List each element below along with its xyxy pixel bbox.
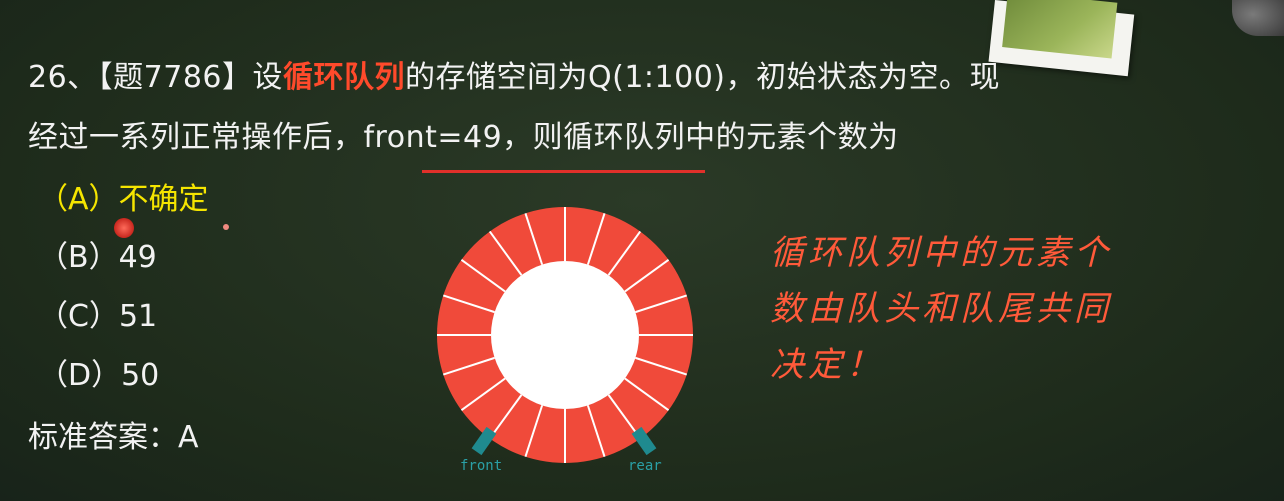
question-highlight: 循环队列 xyxy=(283,60,406,95)
option-c[interactable]: （C）51 xyxy=(38,297,157,337)
front-underline xyxy=(422,170,705,173)
option-a[interactable]: （A）不确定 xyxy=(38,180,209,220)
photo-image xyxy=(1002,0,1118,59)
option-d[interactable]: （D）50 xyxy=(38,356,159,396)
handwritten-note: 循环队列中的元素个 数由队头和队尾共同 决定！ xyxy=(770,225,1112,393)
standard-answer: 标准答案：A xyxy=(28,420,199,455)
note-line-2: 数由队头和队尾共同 xyxy=(770,289,1112,329)
rear-label: rear xyxy=(628,458,662,474)
question-line-2: 经过一系列正常操作后，front=49，则循环队列中的元素个数为 xyxy=(28,120,899,155)
question-suffix: 的存储空间为Q(1:100)，初始状态为空。现 xyxy=(405,60,1001,95)
mouse-cursor-marker xyxy=(114,218,134,238)
note-line-3: 决定！ xyxy=(770,345,884,385)
question-line-1: 26、【题7786】设循环队列的存储空间为Q(1:100)，初始状态为空。现 xyxy=(28,58,1000,98)
note-line-1: 循环队列中的元素个 xyxy=(770,233,1112,273)
pointer-dot xyxy=(223,224,229,230)
ring-inner xyxy=(491,261,639,409)
option-b[interactable]: （B）49 xyxy=(38,238,157,278)
circular-queue-diagram: front rear xyxy=(437,207,693,474)
question-prefix: 26、【题7786】设 xyxy=(28,60,284,95)
front-label: front xyxy=(460,458,502,474)
queue-ring xyxy=(437,207,693,463)
